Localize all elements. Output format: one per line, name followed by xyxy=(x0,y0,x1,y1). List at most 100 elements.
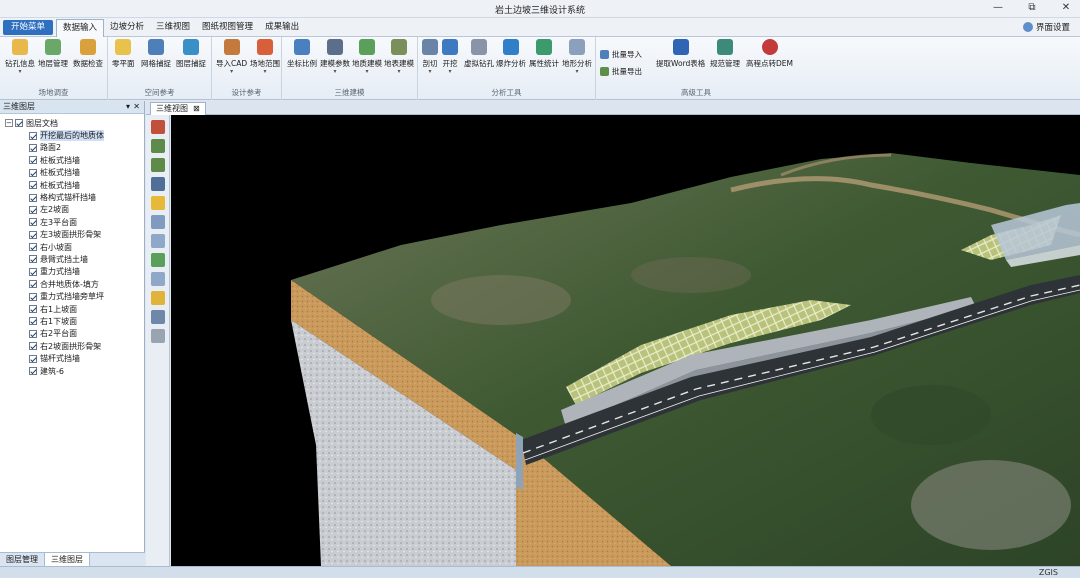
layer-item[interactable]: 右2坡面拱形骨架 xyxy=(0,340,144,352)
layer-checkbox[interactable] xyxy=(29,243,37,252)
batch-export-button[interactable]: 批量导出 xyxy=(600,66,642,77)
settings-menu[interactable]: 界面设置 xyxy=(1022,21,1070,33)
screenshot-icon[interactable] xyxy=(150,177,165,191)
layer-checkbox[interactable] xyxy=(29,317,37,326)
extract-word-button[interactable]: 提取Word表格 xyxy=(656,39,705,69)
pin-icon[interactable]: ▾ xyxy=(126,101,130,113)
surface-model-button[interactable]: 地表建模 ▾ xyxy=(384,39,414,75)
light-icon[interactable] xyxy=(150,291,165,305)
snap-icon xyxy=(183,39,199,55)
layer-checkbox[interactable] xyxy=(29,181,37,190)
model-params-button[interactable]: 建模参数 ▾ xyxy=(320,39,350,75)
tree-root[interactable]: − 图层文档 xyxy=(0,117,144,129)
import-cad-button[interactable]: 导入CAD ▾ xyxy=(216,39,247,75)
layer-label: 左3平台面 xyxy=(40,217,78,227)
site-range-button[interactable]: 场地范围 ▾ xyxy=(250,39,280,75)
tab-slope-analysis[interactable]: 边坡分析 xyxy=(104,19,150,37)
layer-item[interactable]: 右小坡面 xyxy=(0,241,144,253)
layer-item[interactable]: 合并地质体-填方 xyxy=(0,278,144,290)
close-icon[interactable]: ✕ xyxy=(133,101,140,113)
texture-icon[interactable] xyxy=(150,329,165,343)
layer-checkbox[interactable] xyxy=(29,367,37,375)
borehole-info-button[interactable]: 钻孔信息 ▾ xyxy=(5,39,35,75)
zoom-out-icon[interactable] xyxy=(150,158,165,172)
layer-checkbox[interactable] xyxy=(29,267,37,276)
layer-checkbox[interactable] xyxy=(29,230,37,239)
layer-item[interactable]: 建筑-6 xyxy=(0,365,144,377)
layer-item[interactable]: 桩板式挡墙 xyxy=(0,167,144,179)
layer-checkbox[interactable] xyxy=(29,280,37,289)
collapse-icon[interactable]: − xyxy=(5,119,13,128)
explode-analysis-button[interactable]: 爆炸分析 xyxy=(496,39,526,69)
layer-checkbox[interactable] xyxy=(29,156,37,165)
restore-button[interactable]: ⧉ xyxy=(1026,2,1038,14)
layer-checkbox[interactable] xyxy=(29,305,37,314)
layer-item[interactable]: 左3坡面拱形骨架 xyxy=(0,229,144,241)
layer-checkbox[interactable] xyxy=(29,292,37,301)
layer-item[interactable]: 锚杆式挡墙 xyxy=(0,352,144,364)
data-check-button[interactable]: 数据检查 xyxy=(73,39,103,69)
zoom-in-icon[interactable] xyxy=(150,139,165,153)
layer-item[interactable]: 重力式挡墙 xyxy=(0,266,144,278)
elevation-dem-button[interactable]: 高程点转DEM xyxy=(746,39,793,69)
table-view-icon[interactable] xyxy=(150,272,165,286)
standards-button[interactable]: 规范管理 xyxy=(710,39,740,69)
move-icon[interactable] xyxy=(150,215,165,229)
virtual-borehole-button[interactable]: 虚拟钻孔 xyxy=(464,39,494,69)
layer-item[interactable]: 右2平台面 xyxy=(0,328,144,340)
tab-drawing-view[interactable]: 图纸视图管理 xyxy=(196,19,259,37)
layer-view-icon[interactable] xyxy=(150,253,165,267)
tab-layer-manage[interactable]: 图层管理 xyxy=(0,553,45,566)
coord-scale-button[interactable]: 坐标比例 xyxy=(287,39,317,69)
grid-snap-button[interactable]: 网格捕捉 xyxy=(141,39,171,69)
attribute-stats-button[interactable]: 属性统计 xyxy=(529,39,559,69)
layer-checkbox[interactable] xyxy=(29,354,37,363)
layer-item[interactable]: 右1下坡面 xyxy=(0,315,144,327)
tab-3d-view[interactable]: 三维视图 xyxy=(150,19,196,37)
tab-3d-viewport[interactable]: 三维视图 ⊠ xyxy=(150,102,206,115)
tab-output[interactable]: 成果输出 xyxy=(259,19,305,37)
menu-bar: 开始菜单 数据输入 边坡分析 三维视图 图纸视图管理 成果输出 界面设置 xyxy=(0,18,1080,37)
layer-item[interactable]: 右1上坡面 xyxy=(0,303,144,315)
minimize-button[interactable]: — xyxy=(992,2,1004,14)
layer-checkbox[interactable] xyxy=(29,193,37,202)
layer-checkbox[interactable] xyxy=(29,131,37,140)
terrain-analysis-button[interactable]: 地形分析 ▾ xyxy=(562,39,592,75)
stratum-manage-button[interactable]: 地层管理 xyxy=(38,39,68,69)
start-menu-button[interactable]: 开始菜单 xyxy=(3,20,53,35)
full-extent-icon[interactable] xyxy=(150,120,165,134)
section-button[interactable]: 剖切 ▾ xyxy=(422,39,438,75)
layer-item[interactable]: 路面2 xyxy=(0,142,144,154)
layer-label: 重力式挡墙 xyxy=(40,267,80,277)
layer-item[interactable]: 左2坡面 xyxy=(0,204,144,216)
layer-snap-button[interactable]: 图层捕捉 xyxy=(176,39,206,69)
tab-data-input[interactable]: 数据输入 xyxy=(56,19,105,37)
layer-checkbox[interactable] xyxy=(29,342,37,351)
excavate-button[interactable]: 开挖 ▾ xyxy=(442,39,458,75)
layer-item[interactable]: 悬臂式挡土墙 xyxy=(0,253,144,265)
layer-checkbox[interactable] xyxy=(29,329,37,338)
layer-item[interactable]: 重力式挡墙旁草坪 xyxy=(0,290,144,302)
cut-icon xyxy=(422,39,438,55)
batch-import-button[interactable]: 批量导入 xyxy=(600,49,642,60)
measure-icon[interactable] xyxy=(150,310,165,324)
layer-item[interactable]: 开挖最后的地质体 xyxy=(0,129,144,142)
layer-checkbox[interactable] xyxy=(29,205,37,214)
close-button[interactable]: ✕ xyxy=(1060,2,1072,14)
layer-item[interactable]: 桩板式挡墙 xyxy=(0,179,144,191)
layer-item[interactable]: 格构式锚杆挡墙 xyxy=(0,191,144,203)
checkbox[interactable] xyxy=(15,119,23,128)
close-tab-icon[interactable]: ⊠ xyxy=(193,103,200,115)
grid-view-icon[interactable] xyxy=(150,234,165,248)
pan-hand-icon[interactable] xyxy=(150,196,165,210)
layer-checkbox[interactable] xyxy=(29,143,37,152)
layer-checkbox[interactable] xyxy=(29,168,37,177)
layer-item[interactable]: 左3平台面 xyxy=(0,216,144,228)
zero-plane-button[interactable]: 零平面 xyxy=(112,39,135,69)
layer-checkbox[interactable] xyxy=(29,255,37,264)
3d-viewport[interactable] xyxy=(171,115,1080,566)
tab-3d-layers[interactable]: 三维图层 xyxy=(45,553,90,566)
layer-checkbox[interactable] xyxy=(29,218,37,227)
layer-item[interactable]: 桩板式挡墙 xyxy=(0,154,144,166)
geo-model-button[interactable]: 地质建模 ▾ xyxy=(352,39,382,75)
